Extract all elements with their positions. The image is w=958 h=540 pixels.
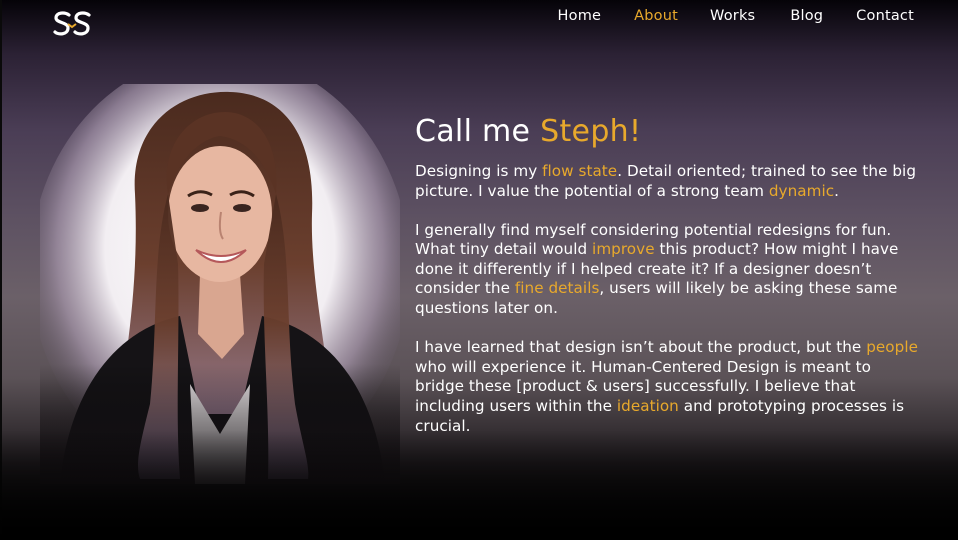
ss-monogram-logo-icon[interactable]: [52, 10, 92, 38]
nav-blog-link[interactable]: Blog: [790, 8, 823, 24]
p3-highlight-ideation: ideation: [616, 396, 679, 415]
nav-works-link[interactable]: Works: [710, 8, 755, 24]
headline-name: Steph!: [540, 114, 642, 149]
about-paragraph-1: Designing is my flow state. Detail orien…: [415, 162, 920, 201]
p1-text-1: Designing is my: [415, 162, 543, 180]
nav-about-link[interactable]: About: [634, 8, 678, 24]
about-paragraph-2: I generally find myself considering pote…: [415, 221, 920, 319]
p1-highlight-dynamic: dynamic: [768, 181, 835, 200]
p2-highlight-fine-details: fine details: [514, 279, 600, 298]
main-nav: Home About Works Blog Contact: [558, 8, 914, 24]
p2-highlight-improve: improve: [592, 240, 655, 259]
p3-highlight-people: people: [866, 338, 918, 357]
p1-highlight-flow-state: flow state: [542, 162, 618, 180]
p1-text-3: .: [834, 181, 840, 200]
about-paragraph-3: I have learned that design isn’t about t…: [415, 338, 920, 436]
nav-home-link[interactable]: Home: [558, 8, 602, 24]
nav-contact-link[interactable]: Contact: [856, 8, 914, 24]
page-title: Call me Steph!: [415, 114, 920, 150]
p3-text-1: I have learned that design isn’t about t…: [415, 338, 867, 357]
about-content: Call me Steph! Designing is my flow stat…: [415, 114, 920, 456]
about-page: Home About Works Blog Contact Call me St…: [0, 0, 958, 540]
headline-prefix: Call me: [415, 114, 541, 149]
page-edge: [0, 0, 2, 540]
profile-portrait: [30, 54, 410, 484]
